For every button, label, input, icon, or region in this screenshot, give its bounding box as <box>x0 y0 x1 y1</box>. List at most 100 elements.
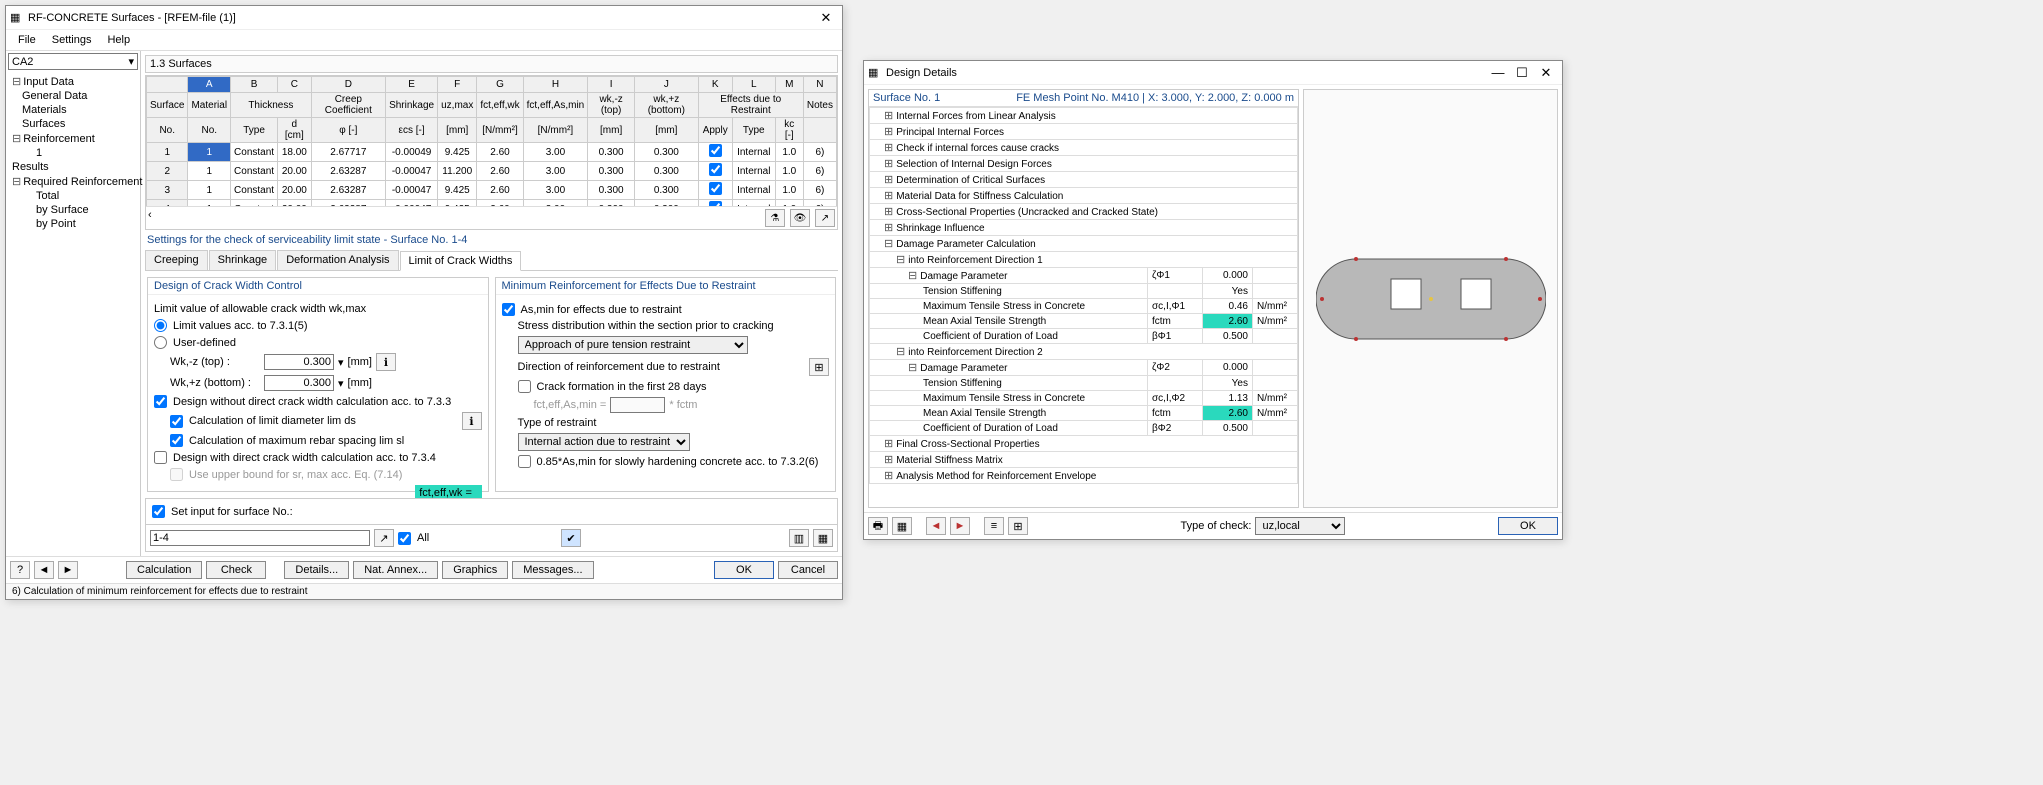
view-2-icon[interactable]: ▦ <box>813 529 833 547</box>
tab-creeping[interactable]: Creeping <box>145 250 208 270</box>
messages-button[interactable]: Messages... <box>512 561 593 579</box>
detail-row[interactable]: ⊞Analysis Method for Reinforcement Envel… <box>870 468 1298 484</box>
eye-icon[interactable]: 👁 <box>790 209 810 227</box>
table-row[interactable]: 11Constant18.002.67717-0.000499.4252.603… <box>147 143 837 162</box>
chk-all[interactable] <box>398 532 411 545</box>
col-h[interactable]: H <box>523 77 588 93</box>
detail-row[interactable]: ⊞Check if internal forces cause cracks <box>870 140 1298 156</box>
detail-row[interactable]: ⊞Internal Forces from Linear Analysis <box>870 108 1298 124</box>
pick-icon[interactable]: ↗ <box>815 209 835 227</box>
tree-required-reinforcement[interactable]: ⊟Required Reinforcement <box>8 174 138 189</box>
detail-row[interactable]: ⊟into Reinforcement Direction 1 <box>870 252 1298 268</box>
detail-row[interactable]: ⊞Cross-Sectional Properties (Uncracked a… <box>870 204 1298 220</box>
ok-button[interactable]: OK <box>714 561 774 579</box>
close-icon[interactable]: ✕ <box>814 10 838 26</box>
tab-deformation[interactable]: Deformation Analysis <box>277 250 398 270</box>
tree-results[interactable]: Results <box>8 160 138 174</box>
detail-row[interactable]: ⊟Damage ParameterζΦ20.000 <box>870 360 1298 376</box>
col-l[interactable]: L <box>732 77 775 93</box>
detail-row[interactable]: Coefficient of Duration of LoadβΦ10.500 <box>870 329 1298 344</box>
wk-bottom-input[interactable] <box>264 375 334 391</box>
detail-table[interactable]: ⊞Internal Forces from Linear Analysis⊞Pr… <box>869 107 1298 484</box>
detail-row[interactable]: ⊞Principal Internal Forces <box>870 124 1298 140</box>
col-b[interactable]: B <box>231 77 278 93</box>
chk-asmin[interactable] <box>502 303 515 316</box>
col-n[interactable]: N <box>803 77 836 93</box>
detail-row[interactable]: ⊞Selection of Internal Design Forces <box>870 156 1298 172</box>
col-a[interactable]: A <box>188 77 231 93</box>
detail-row[interactable]: Maximum Tensile Stress in Concreteσc,I,Φ… <box>870 299 1298 314</box>
chk-limsl[interactable] <box>170 434 183 447</box>
detail-row[interactable]: Coefficient of Duration of LoadβΦ20.500 <box>870 421 1298 436</box>
tree-general-data[interactable]: General Data <box>8 89 138 103</box>
detail-row[interactable]: ⊟Damage Parameter Calculation <box>870 236 1298 252</box>
maximize-icon[interactable]: ☐ <box>1510 65 1534 81</box>
col-m[interactable]: M <box>775 77 803 93</box>
tree-reinforcement[interactable]: ⊟Reinforcement <box>8 131 138 146</box>
tree-materials[interactable]: Materials <box>8 103 138 117</box>
detail-row[interactable]: ⊞Determination of Critical Surfaces <box>870 172 1298 188</box>
chk-28days[interactable] <box>518 380 531 393</box>
chk-limds[interactable] <box>170 415 183 428</box>
col-j[interactable]: J <box>634 77 698 93</box>
chk-734[interactable] <box>154 451 167 464</box>
prev-icon[interactable]: ◄ <box>34 561 54 579</box>
detail-row[interactable]: Tension StiffeningYes <box>870 376 1298 391</box>
surface-no-input[interactable] <box>150 530 370 546</box>
view-1-icon[interactable]: ▥ <box>789 529 809 547</box>
detail-row[interactable]: ⊞Material Stiffness Matrix <box>870 452 1298 468</box>
menu-help[interactable]: Help <box>99 32 138 48</box>
details-button[interactable]: Details... <box>284 561 349 579</box>
radio-limit-7315[interactable] <box>154 319 167 332</box>
pick-surface-icon[interactable]: ↗ <box>374 529 394 547</box>
print-icon[interactable]: 🖶 <box>868 517 888 535</box>
col-k[interactable]: K <box>698 77 732 93</box>
chk-set-input[interactable] <box>152 505 165 518</box>
detail-row[interactable]: Mean Axial Tensile Strengthfctm2.60N/mm² <box>870 406 1298 421</box>
detail-row[interactable]: Tension StiffeningYes <box>870 284 1298 299</box>
chk-733[interactable] <box>154 395 167 408</box>
excel-icon[interactable]: ▦ <box>892 517 912 535</box>
table-row[interactable]: 21Constant20.002.63287-0.0004711.2002.60… <box>147 162 837 181</box>
apply-check-icon[interactable]: ✔ <box>561 529 581 547</box>
filter-icon[interactable]: ⚗ <box>765 209 785 227</box>
direction-icon[interactable]: ⊞ <box>809 358 829 376</box>
table-row[interactable]: 31Constant20.002.63287-0.000479.4252.603… <box>147 181 837 200</box>
grid-icon[interactable]: ⊞ <box>1008 517 1028 535</box>
tree-reinforcement-1[interactable]: 1 <box>8 146 138 160</box>
wk-top-input[interactable] <box>264 354 334 370</box>
info-icon-2[interactable]: ℹ <box>462 412 482 430</box>
col-g[interactable]: G <box>477 77 523 93</box>
type-check-select[interactable]: uz,local <box>1255 517 1345 535</box>
tree-total[interactable]: Total <box>8 189 138 203</box>
detail-row[interactable]: Maximum Tensile Stress in Concreteσc,I,Φ… <box>870 391 1298 406</box>
col-f[interactable]: F <box>438 77 477 93</box>
next-icon[interactable]: ► <box>58 561 78 579</box>
radio-user-defined[interactable] <box>154 336 167 349</box>
col-e[interactable]: E <box>386 77 438 93</box>
col-c[interactable]: C <box>278 77 312 93</box>
nat-annex-button[interactable]: Nat. Annex... <box>353 561 438 579</box>
next-red-icon[interactable]: ► <box>950 517 970 535</box>
check-button[interactable]: Check <box>206 561 266 579</box>
list-icon[interactable]: ≡ <box>984 517 1004 535</box>
col-d[interactable]: D <box>311 77 385 93</box>
chk-085asmin[interactable] <box>518 455 531 468</box>
menu-file[interactable]: File <box>10 32 44 48</box>
detail-row[interactable]: Mean Axial Tensile Strengthfctm2.60N/mm² <box>870 314 1298 329</box>
info-icon[interactable]: ℹ <box>376 353 396 371</box>
calculation-button[interactable]: Calculation <box>126 561 202 579</box>
detail-row[interactable]: ⊞Material Data for Stiffness Calculation <box>870 188 1298 204</box>
minimize-icon[interactable]: — <box>1486 65 1510 80</box>
tree-by-surface[interactable]: by Surface <box>8 203 138 217</box>
menu-settings[interactable]: Settings <box>44 32 100 48</box>
help-icon[interactable]: ? <box>10 561 30 579</box>
close-icon[interactable]: ✕ <box>1534 65 1558 81</box>
stress-dist-select[interactable]: Approach of pure tension restraint <box>518 336 748 354</box>
tree-by-point[interactable]: by Point <box>8 217 138 231</box>
tree-input-data[interactable]: ⊟Input Data <box>8 74 138 89</box>
detail-row[interactable]: ⊟Damage ParameterζΦ10.000 <box>870 268 1298 284</box>
surfaces-table[interactable]: A B C D E F G H I J K L M <box>146 76 837 206</box>
detail-row[interactable]: ⊟into Reinforcement Direction 2 <box>870 344 1298 360</box>
cancel-button[interactable]: Cancel <box>778 561 838 579</box>
